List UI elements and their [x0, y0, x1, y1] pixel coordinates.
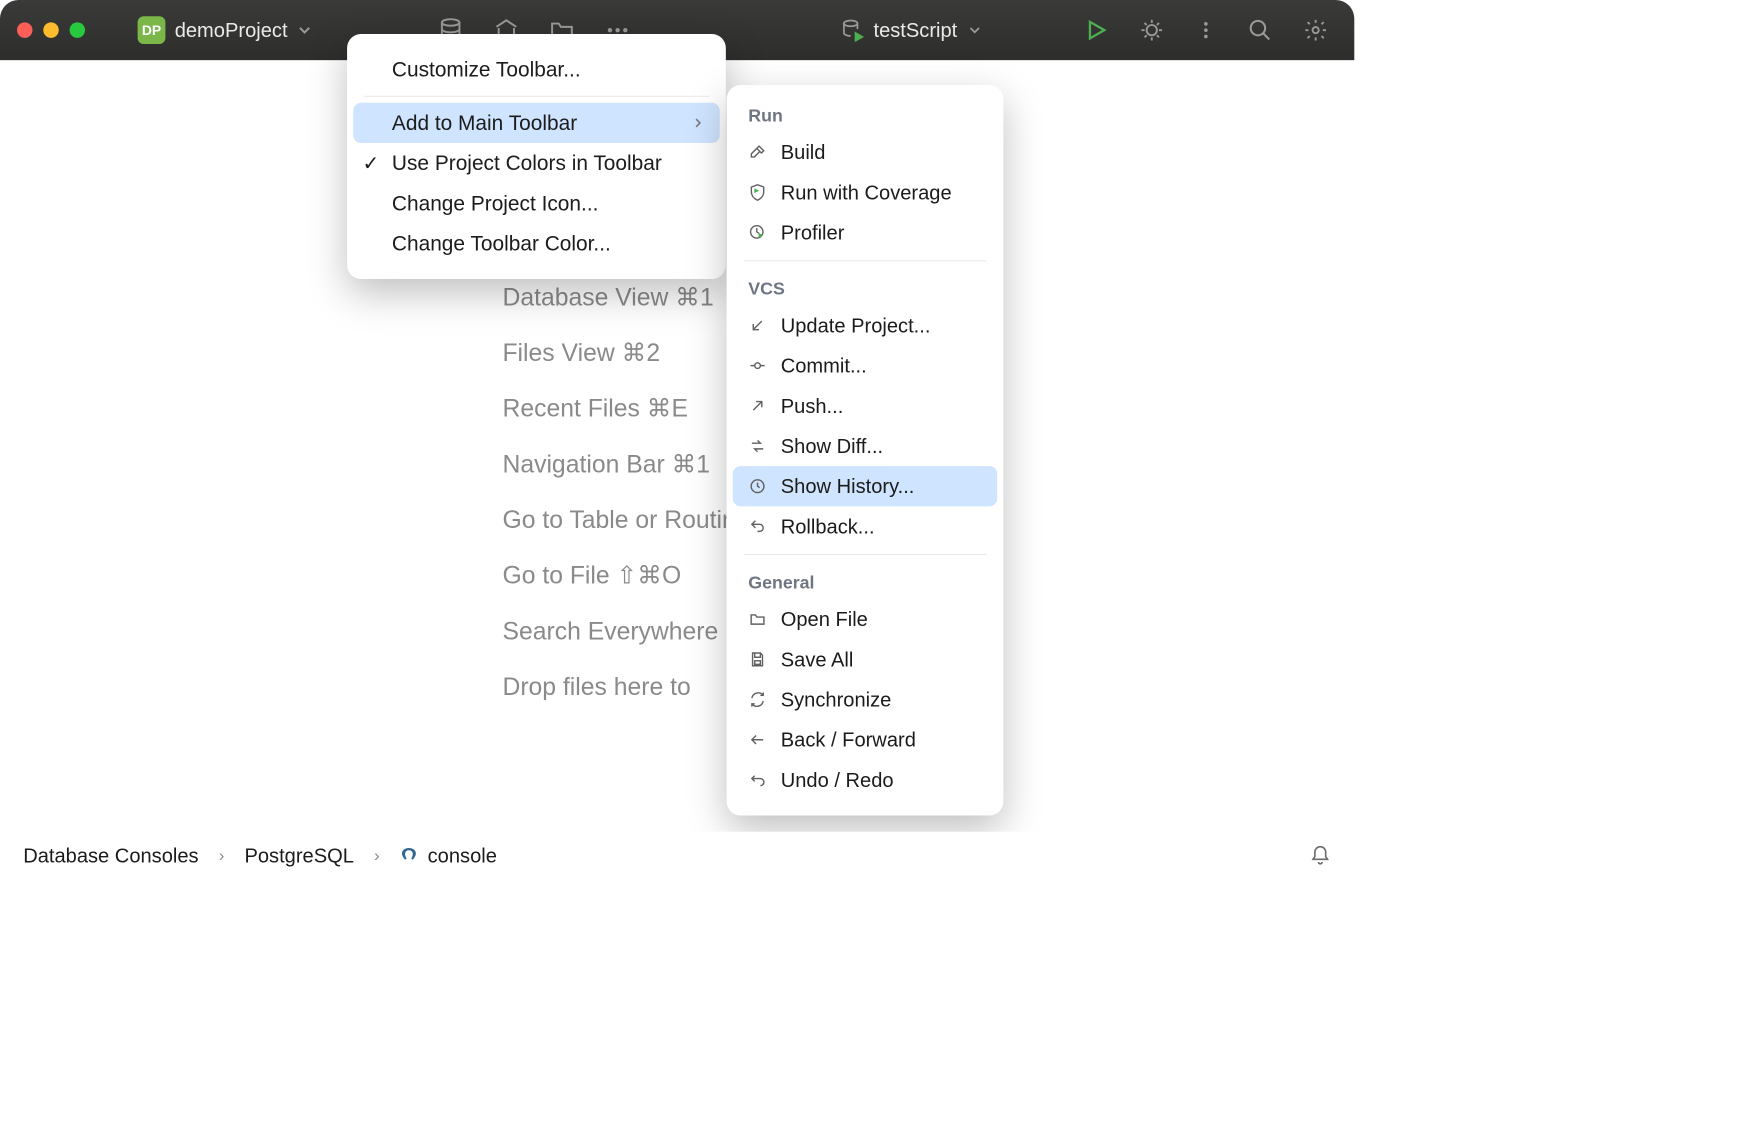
undo-curve-icon — [747, 769, 769, 791]
menu-item-label: Change Project Icon... — [392, 191, 599, 215]
submenu-item-profiler[interactable]: Profiler — [733, 213, 997, 253]
submenu-item-push[interactable]: Push... — [733, 386, 997, 426]
run-actions — [1084, 18, 1328, 43]
submenu-group-vcs: VCS — [733, 269, 997, 305]
welcome-hints: Database View ⌘1 Files View ⌘2 Recent Fi… — [502, 269, 749, 714]
submenu-item-undo-redo[interactable]: Undo / Redo — [733, 760, 997, 800]
arrow-up-right-icon — [747, 395, 769, 417]
arrow-down-left-icon — [747, 315, 769, 337]
submenu-separator — [744, 261, 987, 262]
window-controls — [17, 22, 85, 37]
hammer-icon — [747, 141, 769, 163]
submenu-item-label: Back / Forward — [781, 728, 916, 752]
submenu-item-build[interactable]: Build — [733, 132, 997, 172]
breadcrumb[interactable]: Database Consoles › PostgreSQL › console — [23, 844, 497, 868]
minimize-window-button[interactable] — [43, 22, 58, 37]
chevron-right-icon: › — [374, 846, 380, 866]
check-icon: ✓ — [363, 151, 380, 175]
submenu-item-label: Synchronize — [781, 688, 892, 712]
chevron-right-icon: › — [219, 846, 225, 866]
submenu-item-show-diff[interactable]: Show Diff... — [733, 426, 997, 466]
submenu-item-synchronize[interactable]: Synchronize — [733, 679, 997, 719]
submenu-item-label: Show History... — [781, 474, 915, 498]
shield-play-icon — [747, 182, 769, 204]
menu-item-label: Customize Toolbar... — [392, 58, 581, 82]
submenu-item-label: Commit... — [781, 354, 867, 378]
submenu-item-show-history[interactable]: Show History... — [733, 466, 997, 506]
context-menu: Customize Toolbar... Add to Main Toolbar… — [347, 34, 726, 279]
chevron-down-icon[interactable] — [295, 21, 314, 40]
menu-separator — [364, 96, 709, 97]
hint-line: Go to Table or Routine — [502, 492, 749, 548]
hint-line: Recent Files ⌘E — [502, 380, 749, 436]
hint-line: Navigation Bar ⌘1 — [502, 436, 749, 492]
sync-icon — [747, 689, 769, 711]
submenu-item-label: Build — [781, 140, 826, 164]
run-configuration[interactable]: testScript — [841, 18, 984, 42]
submenu-separator — [744, 554, 987, 555]
project-badge[interactable]: DP — [138, 16, 166, 44]
submenu-item-label: Push... — [781, 394, 844, 418]
breadcrumb-item[interactable]: console — [428, 844, 497, 868]
more-vertical-icon[interactable] — [1195, 19, 1217, 41]
breadcrumb-item[interactable]: Database Consoles — [23, 844, 198, 868]
submenu-item-back-forward[interactable]: Back / Forward — [733, 720, 997, 760]
folder-icon — [747, 608, 769, 630]
submenu-item-label: Open File — [781, 607, 868, 631]
submenu-item-rollback[interactable]: Rollback... — [733, 506, 997, 546]
menu-item-label: Add to Main Toolbar — [392, 111, 577, 135]
notifications-icon[interactable] — [1309, 845, 1331, 867]
submenu-item-save-all[interactable]: Save All — [733, 639, 997, 679]
submenu-item-label: Update Project... — [781, 313, 931, 337]
menu-item-label: Use Project Colors in Toolbar — [392, 151, 662, 175]
submenu-item-run-coverage[interactable]: Run with Coverage — [733, 172, 997, 212]
postgresql-icon — [400, 846, 419, 865]
clock-play-icon — [747, 222, 769, 244]
close-window-button[interactable] — [17, 22, 32, 37]
submenu-item-label: Profiler — [781, 221, 845, 245]
hint-line: Go to File ⇧⌘O — [502, 547, 749, 603]
submenu-item-label: Save All — [781, 647, 854, 671]
submenu-group-general: General — [733, 563, 997, 599]
breadcrumb-item[interactable]: PostgreSQL — [244, 844, 353, 868]
run-config-name: testScript — [873, 18, 957, 42]
search-icon[interactable] — [1248, 18, 1273, 43]
hint-line: Files View ⌘2 — [502, 325, 749, 381]
statusbar: Database Consoles › PostgreSQL › console — [0, 832, 1354, 880]
submenu-item-open-file[interactable]: Open File — [733, 599, 997, 639]
undo-icon — [747, 516, 769, 538]
menu-item-label: Change Toolbar Color... — [392, 232, 611, 256]
menu-item-change-project-icon[interactable]: Change Project Icon... — [353, 183, 719, 223]
diff-icon — [747, 435, 769, 457]
menu-item-customize-toolbar[interactable]: Customize Toolbar... — [353, 49, 719, 89]
menu-item-change-toolbar-color[interactable]: Change Toolbar Color... — [353, 223, 719, 263]
hint-line: Drop files here to — [502, 659, 749, 715]
commit-icon — [747, 355, 769, 377]
submenu-item-commit[interactable]: Commit... — [733, 346, 997, 386]
submenu-group-run: Run — [733, 96, 997, 132]
submenu-item-update-project[interactable]: Update Project... — [733, 305, 997, 345]
submenu-add-to-toolbar: Run Build Run with Coverage Profiler VCS… — [727, 85, 1004, 815]
chevron-right-icon — [690, 115, 705, 130]
submenu-item-label: Run with Coverage — [781, 180, 952, 204]
save-icon — [747, 649, 769, 671]
submenu-item-label: Show Diff... — [781, 434, 883, 458]
gear-icon[interactable] — [1303, 18, 1328, 43]
run-button[interactable] — [1084, 18, 1109, 43]
submenu-item-label: Rollback... — [781, 514, 875, 538]
hint-line: Search Everywhere — [502, 603, 749, 659]
debug-button[interactable] — [1139, 18, 1164, 43]
project-name[interactable]: demoProject — [175, 18, 288, 42]
menu-item-add-to-main-toolbar[interactable]: Add to Main Toolbar — [353, 103, 719, 143]
clock-icon — [747, 475, 769, 497]
db-run-icon — [841, 19, 864, 42]
submenu-item-label: Undo / Redo — [781, 768, 894, 792]
zoom-window-button[interactable] — [70, 22, 85, 37]
chevron-down-icon — [967, 22, 984, 39]
arrow-left-icon — [747, 729, 769, 751]
menu-item-use-project-colors[interactable]: ✓ Use Project Colors in Toolbar — [353, 143, 719, 183]
